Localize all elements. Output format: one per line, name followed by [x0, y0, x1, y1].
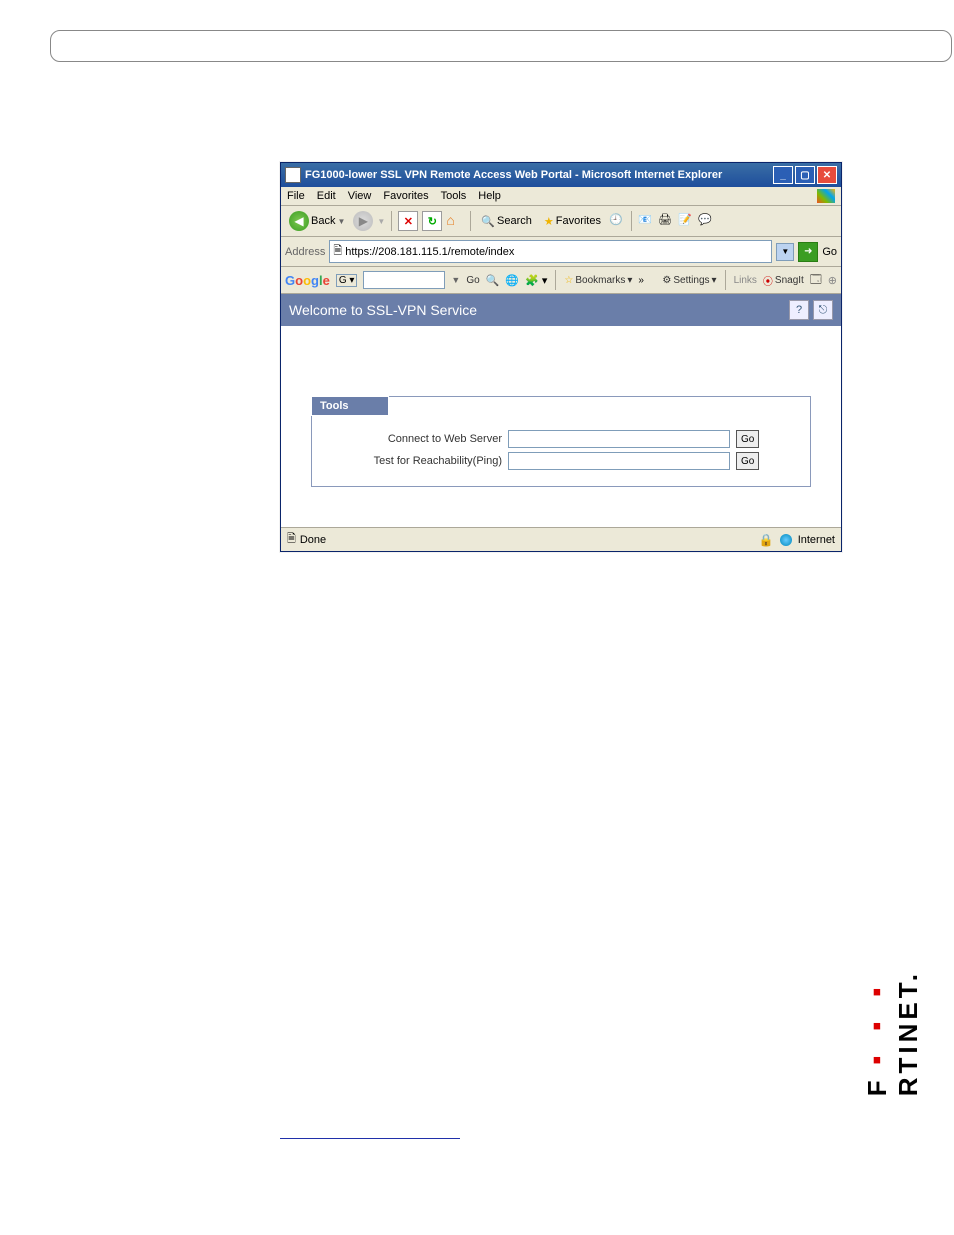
edit-button[interactable]: 📝 [678, 213, 694, 229]
footer-link-underline [280, 1138, 460, 1139]
menu-favorites[interactable]: Favorites [383, 190, 428, 202]
back-icon: ◀ [289, 211, 309, 231]
menu-view[interactable]: View [348, 190, 372, 202]
reachability-label: Test for Reachability(Ping) [342, 455, 502, 467]
reachability-go-button[interactable]: Go [736, 452, 759, 470]
menu-help[interactable]: Help [478, 190, 501, 202]
connect-input[interactable] [508, 430, 730, 448]
status-bar: 🗎 Done 🔒 Internet [281, 527, 841, 551]
snagit-window-icon[interactable]: 🗔 [810, 271, 822, 290]
forward-dropdown-icon: ▼ [377, 217, 385, 226]
windows-logo-icon [817, 189, 835, 203]
portal-body: Tools Connect to Web Server Go Test for … [281, 326, 841, 527]
logout-button[interactable]: ⎋ [813, 300, 833, 320]
gear-icon: ⚙ [662, 275, 671, 286]
address-label: Address [285, 246, 325, 258]
status-text: Done [300, 534, 326, 546]
google-overflow-icon[interactable]: » [638, 275, 644, 286]
google-divider-2 [725, 270, 726, 290]
reachability-input[interactable] [508, 452, 730, 470]
snagit-button[interactable]: ⦿ SnagIt [763, 273, 804, 288]
forward-button[interactable]: ▶ [353, 211, 373, 231]
zone-icon [780, 534, 792, 546]
google-tool-icon-3[interactable]: 🧩 ▾ [525, 274, 547, 287]
titlebar: FG1000-lower SSL VPN Remote Access Web P… [281, 163, 841, 187]
back-button[interactable]: ◀ Back ▼ [285, 209, 349, 233]
tools-heading: Tools [311, 396, 389, 416]
stop-button[interactable]: ✕ [398, 211, 418, 231]
google-divider [555, 270, 556, 290]
favorites-label: Favorites [556, 215, 601, 227]
lock-icon: 🔒 [759, 533, 774, 547]
connect-go-button[interactable]: Go [736, 430, 759, 448]
page-icon: 🗎 [333, 242, 342, 261]
menu-tools[interactable]: Tools [441, 190, 467, 202]
ie-app-icon [285, 167, 301, 183]
google-settings-button[interactable]: ⚙ Settings ▾ [662, 275, 716, 286]
extra-icon[interactable]: ⊕ [828, 274, 837, 287]
toolbar-divider-3 [631, 211, 632, 231]
page-header-box [50, 30, 952, 62]
search-label: Search [497, 215, 532, 227]
connect-label: Connect to Web Server [342, 433, 502, 445]
go-label: Go [822, 246, 837, 258]
refresh-button[interactable]: ↻ [422, 211, 442, 231]
print-button[interactable]: 🖨 [658, 213, 674, 229]
mail-button[interactable]: 📧 [638, 213, 654, 229]
close-button[interactable]: ✕ [817, 166, 837, 184]
google-g-box[interactable]: G ▾ [336, 274, 358, 287]
maximize-button[interactable]: ▢ [795, 166, 815, 184]
discuss-button[interactable]: 💬 [698, 213, 714, 229]
google-tool-icon-1[interactable]: 🔍 [486, 274, 500, 287]
fortinet-logo: F▪▪▪RTINET. [862, 970, 924, 1096]
zone-text: Internet [798, 534, 835, 546]
browser-window: FG1000-lower SSL VPN Remote Access Web P… [280, 162, 842, 552]
google-logo[interactable]: Google [285, 273, 330, 288]
search-icon: 🔍 [481, 215, 495, 228]
nav-toolbar: ◀ Back ▼ ▶ ▼ ✕ ↻ ⌂ 🔍 Search ★ Favorites … [281, 206, 841, 237]
google-bookmarks-button[interactable]: ☆ Bookmarks ▾ [564, 275, 632, 286]
address-url: https://208.181.115.1/remote/index [345, 246, 514, 258]
menu-file[interactable]: File [287, 190, 305, 202]
star-icon: ★ [544, 215, 554, 228]
help-button[interactable]: ? [789, 300, 809, 320]
tool-row-connect: Connect to Web Server Go [342, 430, 790, 448]
go-button[interactable]: ➜ [798, 242, 818, 262]
tool-row-reachability: Test for Reachability(Ping) Go [342, 452, 790, 470]
menubar: File Edit View Favorites Tools Help [281, 187, 841, 206]
google-tool-icon-2[interactable]: 🌐 [505, 274, 519, 287]
done-icon: 🗎 [287, 530, 296, 549]
minimize-button[interactable]: _ [773, 166, 793, 184]
google-go-button[interactable]: Go [466, 275, 479, 286]
star-icon: ☆ [564, 275, 573, 286]
google-toolbar: Google G ▾ ▼ Go 🔍 🌐 🧩 ▾ ☆ Bookmarks ▾ » … [281, 267, 841, 294]
google-search-input[interactable] [363, 271, 445, 289]
toolbar-divider [391, 211, 392, 231]
back-label: Back [311, 215, 335, 227]
tools-panel: Tools Connect to Web Server Go Test for … [311, 396, 811, 487]
snagit-icon: ⦿ [763, 273, 773, 288]
address-dropdown-button[interactable]: ▼ [776, 243, 794, 261]
titlebar-text: FG1000-lower SSL VPN Remote Access Web P… [305, 169, 722, 181]
portal-welcome-text: Welcome to SSL-VPN Service [289, 302, 477, 318]
favorites-button[interactable]: ★ Favorites [540, 213, 605, 230]
address-input[interactable]: 🗎 https://208.181.115.1/remote/index [329, 240, 772, 263]
search-button[interactable]: 🔍 Search [477, 213, 536, 230]
portal-title-bar: Welcome to SSL-VPN Service ? ⎋ [281, 294, 841, 326]
home-button[interactable]: ⌂ [446, 212, 464, 230]
history-button[interactable]: 🕘 [609, 213, 625, 229]
back-dropdown-icon[interactable]: ▼ [337, 217, 345, 226]
address-bar: Address 🗎 https://208.181.115.1/remote/i… [281, 237, 841, 267]
window-buttons: _ ▢ ✕ [773, 166, 837, 184]
toolbar-divider-2 [470, 211, 471, 231]
menu-edit[interactable]: Edit [317, 190, 336, 202]
google-search-dropdown-icon[interactable]: ▼ [451, 275, 460, 285]
links-label: Links [734, 275, 757, 286]
